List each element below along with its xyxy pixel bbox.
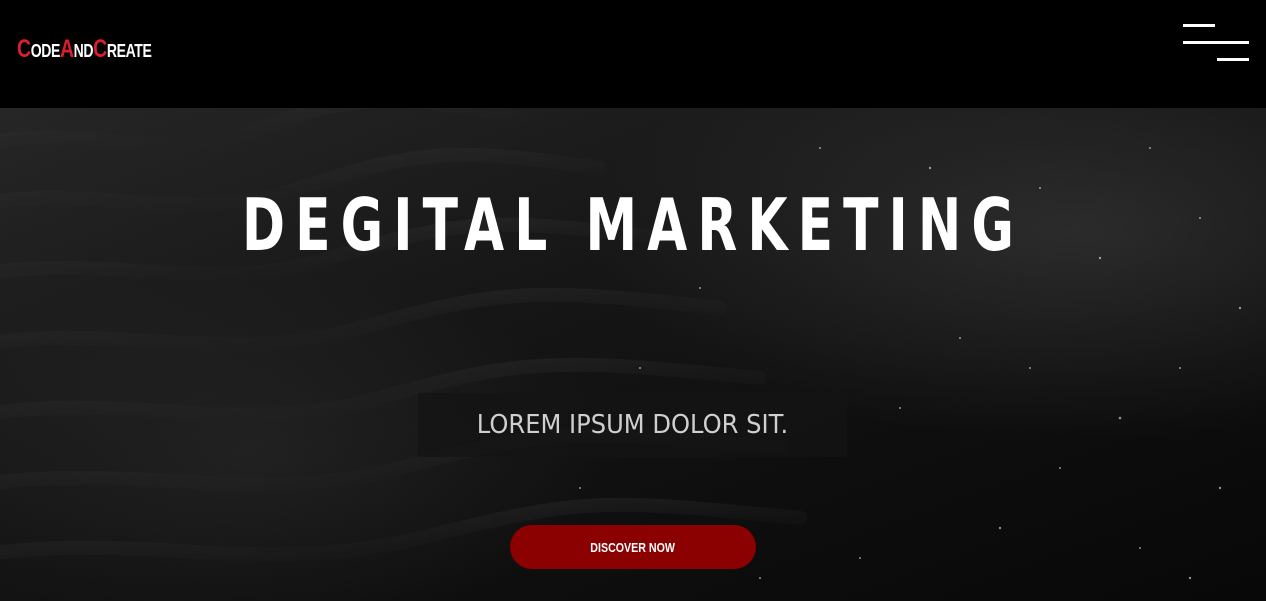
menu-line-top	[1183, 24, 1215, 27]
hero-headline: DEGITAL MARKETING	[242, 183, 1024, 267]
discover-now-label: DISCOVER NOW	[590, 540, 676, 555]
menu-line-middle	[1183, 41, 1249, 44]
logo-text-ode: ode	[30, 41, 61, 61]
logo-text-reate: reate	[106, 41, 152, 61]
hamburger-menu-icon[interactable]	[1176, 18, 1256, 70]
hero-subtitle: LOREM IPSUM DOLOR SIT.	[476, 410, 789, 440]
logo-letter-c: C	[17, 35, 31, 63]
menu-line-bottom	[1217, 58, 1249, 61]
discover-now-button[interactable]: DISCOVER NOW	[510, 525, 756, 569]
brand-logo[interactable]: CodeAndCreate	[17, 34, 152, 66]
hero-subtitle-box: LOREM IPSUM DOLOR SIT.	[418, 393, 847, 457]
site-header: CodeAndCreate	[0, 0, 1266, 108]
logo-letter-c2: C	[93, 35, 107, 63]
hero-section: DEGITAL MARKETING LOREM IPSUM DOLOR SIT.…	[0, 108, 1266, 601]
logo-letter-a: A	[59, 35, 74, 63]
logo-text-nd: nd	[73, 41, 94, 61]
